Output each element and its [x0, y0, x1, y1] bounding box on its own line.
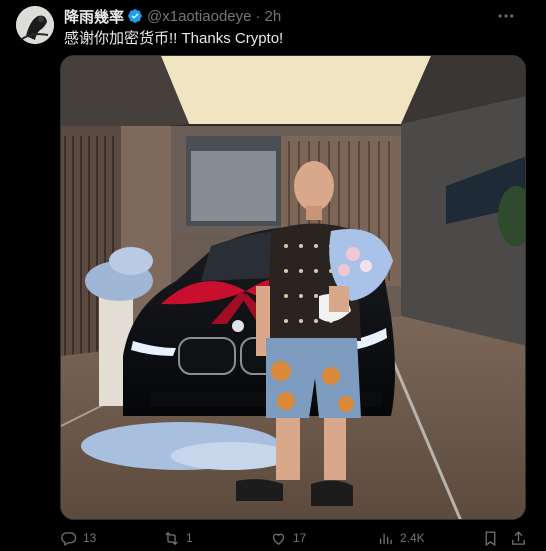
retweet-count: 1 [186, 531, 193, 545]
views-count: 2.4K [400, 531, 425, 545]
bookmark-button[interactable] [482, 528, 505, 548]
handle[interactable]: @x1aotiaodeye [147, 8, 251, 25]
retweet-icon [165, 531, 178, 545]
share-icon [512, 530, 525, 545]
reply-button[interactable]: 13 [60, 528, 96, 548]
views-button[interactable]: 2.4K [377, 528, 425, 548]
display-name[interactable]: 降雨幾率 [64, 6, 124, 27]
heart-icon [272, 533, 285, 545]
tweet-text: 感谢你加密货币!! Thanks Crypto! [64, 30, 284, 47]
more-horizontal-icon[interactable] [496, 6, 516, 26]
like-count: 17 [293, 531, 307, 545]
retweet-button[interactable]: 1 [163, 528, 193, 548]
tweet-photo[interactable] [60, 55, 526, 520]
avatar[interactable] [16, 6, 54, 44]
action-bar: 13 1 17 2.4K [60, 528, 530, 548]
views-chart-icon [379, 533, 392, 544]
separator-dot: · [255, 7, 261, 25]
bookmark-icon [485, 530, 496, 546]
tweet-header: 降雨幾率 @x1aotiaodeye · 2h [64, 6, 534, 26]
like-button[interactable]: 17 [270, 528, 306, 548]
reply-icon [61, 531, 77, 546]
share-button[interactable] [510, 528, 533, 548]
verified-badge-icon [127, 8, 143, 24]
tweet[interactable]: 降雨幾率 @x1aotiaodeye · 2h 感谢你加密货币!! Thanks… [0, 0, 546, 551]
timestamp[interactable]: 2h [264, 8, 281, 25]
reply-count: 13 [83, 531, 97, 545]
